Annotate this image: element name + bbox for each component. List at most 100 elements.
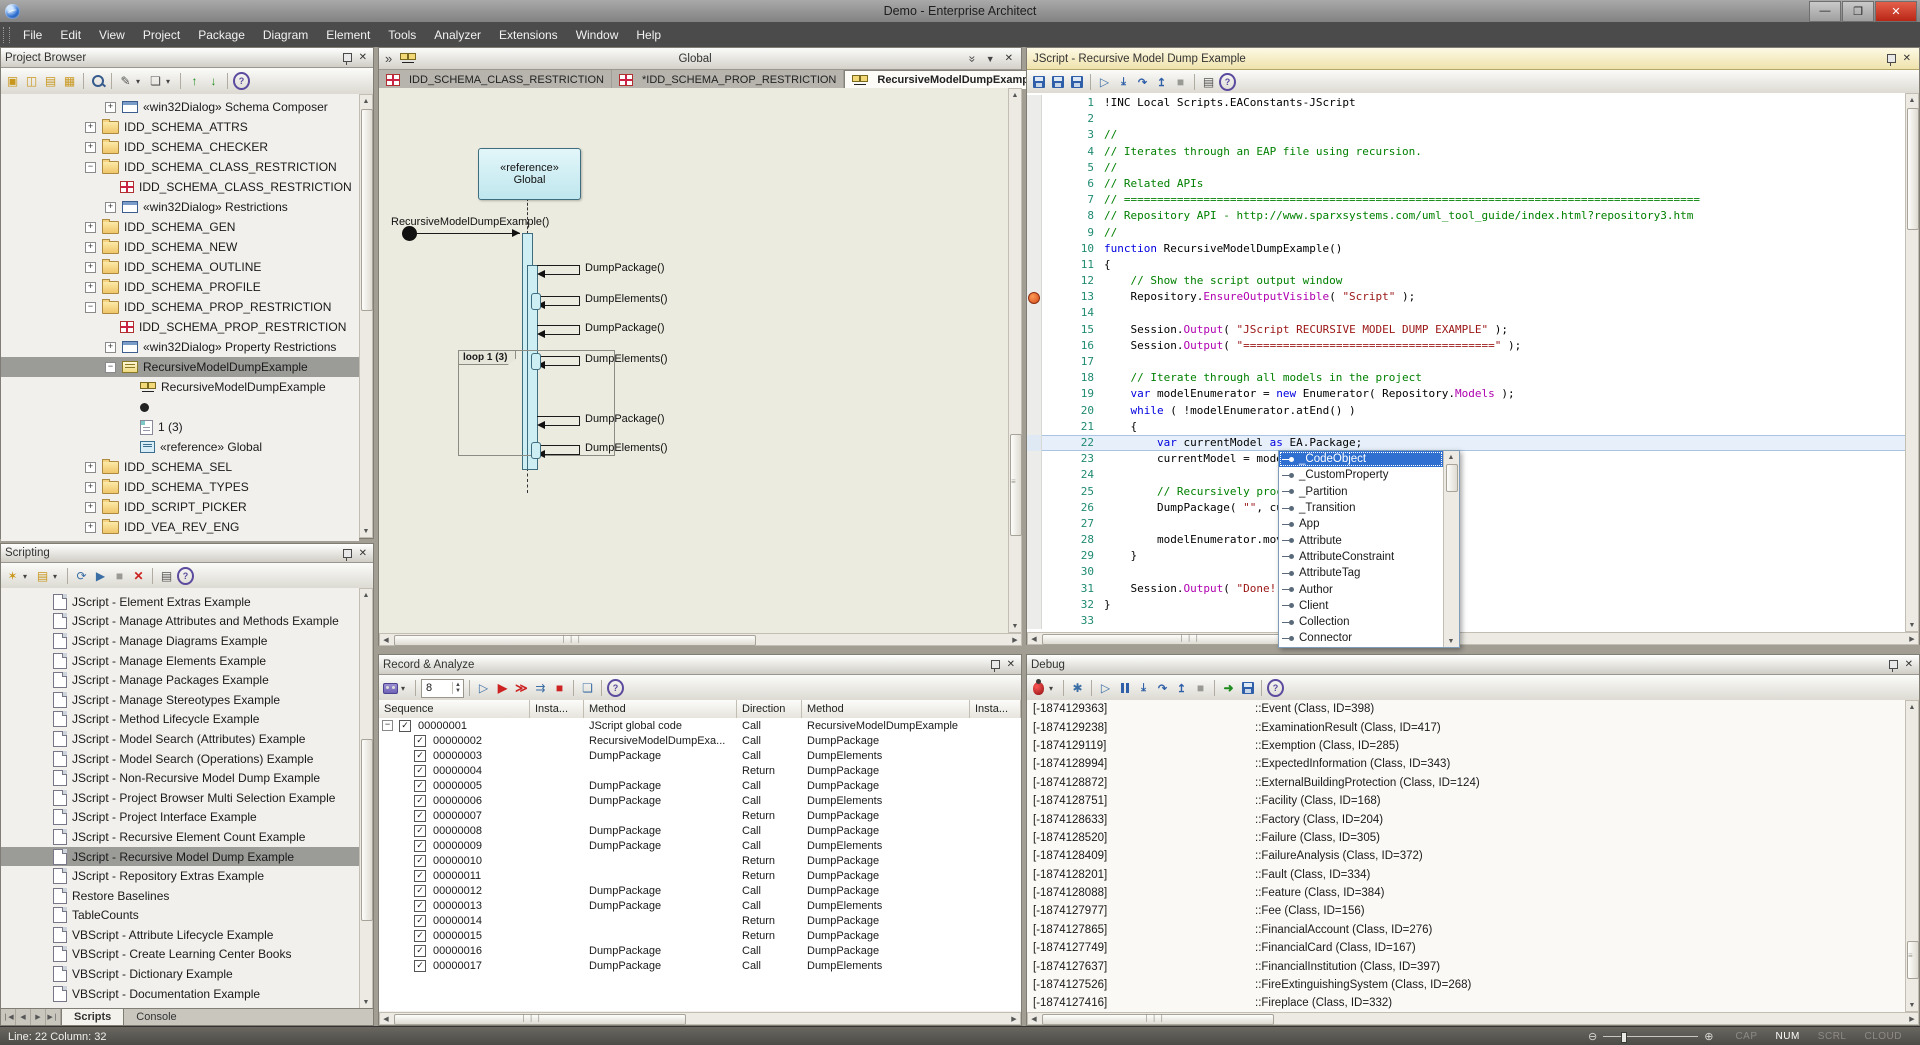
script-item[interactable]: JScript - Manage Attributes and Methods … bbox=[1, 612, 359, 632]
table-row[interactable]: ✓00000008DumpPackageCallDumpPackage bbox=[379, 823, 1021, 838]
breakpoint-margin[interactable] bbox=[1027, 111, 1042, 127]
autocomplete-item[interactable]: _CustomProperty bbox=[1279, 467, 1443, 483]
breakpoint-margin[interactable] bbox=[1027, 484, 1042, 500]
menu-window[interactable]: Window bbox=[567, 24, 628, 46]
breakpoint-margin[interactable] bbox=[1027, 127, 1042, 143]
column-header[interactable]: Insta... bbox=[530, 700, 584, 718]
debugger-button[interactable] bbox=[1030, 680, 1047, 697]
autocomplete-scrollbar[interactable]: ▲ ▼ bbox=[1443, 451, 1459, 647]
row-checkbox[interactable]: ✓ bbox=[414, 840, 426, 852]
breakpoint-margin[interactable] bbox=[1027, 386, 1042, 402]
script-list-scrollbar[interactable]: ▲ ▼ bbox=[359, 588, 373, 1009]
debug-row[interactable]: [-1874127637]::FinancialInstitution (Cla… bbox=[1027, 957, 1905, 975]
dropdown-arrow-icon[interactable]: ▾ bbox=[401, 684, 410, 693]
find-in-browser-button[interactable] bbox=[89, 73, 106, 90]
zoom-out-icon[interactable]: ⊖ bbox=[1588, 1030, 1597, 1043]
code-line[interactable]: 16 Session.Output( "====================… bbox=[1027, 338, 1905, 354]
breakpoint-margin[interactable] bbox=[1027, 516, 1042, 532]
debug-row[interactable]: [-1874128409]::FailureAnalysis (Class, I… bbox=[1027, 847, 1905, 865]
column-header[interactable]: Direction bbox=[737, 700, 802, 718]
code-line[interactable]: 9// bbox=[1027, 225, 1905, 241]
restore-button[interactable]: ❐ bbox=[1842, 1, 1874, 22]
row-checkbox[interactable]: ✓ bbox=[414, 825, 426, 837]
code-line[interactable]: 12 // Show the script output window bbox=[1027, 273, 1905, 289]
step-filter-button[interactable]: ⇉ bbox=[532, 680, 549, 697]
breakpoint-margin[interactable] bbox=[1027, 257, 1042, 273]
table-row[interactable]: ✓00000009DumpPackageCallDumpElements bbox=[379, 838, 1021, 853]
row-checkbox[interactable]: ✓ bbox=[414, 885, 426, 897]
table-row[interactable]: ✓00000012DumpPackageCallDumpPackage bbox=[379, 883, 1021, 898]
script-item[interactable]: JScript - Model Search (Operations) Exam… bbox=[1, 749, 359, 769]
close-icon[interactable]: ✕ bbox=[1005, 53, 1013, 64]
record-frame-count-stepper[interactable]: 8▲▼ bbox=[421, 679, 464, 698]
step-into2-button[interactable]: ⤓ bbox=[1115, 74, 1132, 91]
tree-item[interactable]: +IDD_SCHEMA_OUTLINE bbox=[1, 257, 359, 277]
row-checkbox[interactable]: ✓ bbox=[414, 795, 426, 807]
pin-icon[interactable] bbox=[1887, 54, 1896, 63]
diagram-vscrollbar[interactable]: ▲ ≡ ▼ bbox=[1008, 88, 1022, 633]
table-row[interactable]: ✓00000004ReturnDumpPackage bbox=[379, 763, 1021, 778]
dropdown-arrow-icon[interactable]: ▾ bbox=[166, 77, 175, 86]
code-line[interactable]: 2 bbox=[1027, 111, 1905, 127]
debug-row[interactable]: [-1874128633]::Factory (Class, ID=204) bbox=[1027, 810, 1905, 828]
table-row[interactable]: ✓00000005DumpPackageCallDumpPackage bbox=[379, 778, 1021, 793]
code-line[interactable]: 13 Repository.EnsureOutputVisible( "Scri… bbox=[1027, 289, 1905, 305]
row-expander-icon[interactable]: − bbox=[382, 720, 393, 731]
menu-tools[interactable]: Tools bbox=[379, 24, 425, 46]
table-row[interactable]: ✓00000017DumpPackageCallDumpElements bbox=[379, 958, 1021, 973]
debug-row[interactable]: [-1874127865]::FinancialAccount (Class, … bbox=[1027, 921, 1905, 939]
zoom-in-icon[interactable]: ⊕ bbox=[1704, 1030, 1713, 1043]
script-item[interactable]: JScript - Manage Elements Example bbox=[1, 651, 359, 671]
table-row[interactable]: ✓00000011ReturnDumpPackage bbox=[379, 868, 1021, 883]
dropdown-menu-icon[interactable]: ▼ bbox=[986, 54, 995, 64]
debug-row[interactable]: [-1874127526]::FireExtinguishingSystem (… bbox=[1027, 976, 1905, 994]
autocomplete-item[interactable]: Client bbox=[1279, 598, 1443, 614]
table-row[interactable]: ✓00000002RecursiveModelDumpExa...CallDum… bbox=[379, 733, 1021, 748]
breakpoint-margin[interactable] bbox=[1027, 241, 1042, 257]
debug-row[interactable]: [-1874128751]::Facility (Class, ID=168) bbox=[1027, 792, 1905, 810]
row-checkbox[interactable]: ✓ bbox=[414, 735, 426, 747]
breakpoint-margin[interactable] bbox=[1027, 144, 1042, 160]
tree-expander-icon[interactable]: + bbox=[105, 342, 116, 353]
code-line[interactable]: 32} bbox=[1027, 597, 1905, 613]
debug-row[interactable]: [-1874127416]::Fireplace (Class, ID=332) bbox=[1027, 994, 1905, 1012]
tree-expander-icon[interactable]: + bbox=[85, 522, 96, 533]
collapse-left-icon[interactable]: » bbox=[385, 51, 392, 66]
breakpoint-icon[interactable] bbox=[1028, 292, 1040, 304]
debug-hscrollbar[interactable]: ◀ ❘❘❘ ▶ bbox=[1027, 1012, 1919, 1025]
row-checkbox[interactable]: ✓ bbox=[414, 765, 426, 777]
tree-item[interactable]: 1 (3) bbox=[1, 417, 359, 437]
move-up-button[interactable]: ↑ bbox=[186, 73, 203, 90]
pin-icon[interactable] bbox=[991, 660, 1000, 669]
breakpoint-margin[interactable] bbox=[1027, 451, 1042, 467]
edit-button[interactable]: ✎ bbox=[117, 73, 134, 90]
breakpoint-margin[interactable] bbox=[1027, 564, 1042, 580]
tree-expander-icon[interactable]: + bbox=[85, 122, 96, 133]
autocomplete-item[interactable]: App bbox=[1279, 516, 1443, 532]
help-button[interactable]: ? bbox=[1219, 74, 1236, 91]
pin-icon[interactable] bbox=[1889, 660, 1898, 669]
tree-item[interactable]: −IDD_SCHEMA_CLASS_RESTRICTION bbox=[1, 157, 359, 177]
menu-help[interactable]: Help bbox=[627, 24, 670, 46]
autocomplete-item[interactable]: _Transition bbox=[1279, 500, 1443, 516]
debug-row[interactable]: [-1874128201]::Fault (Class, ID=334) bbox=[1027, 866, 1905, 884]
code-line[interactable]: 30 bbox=[1027, 564, 1905, 580]
tree-expander-icon[interactable]: − bbox=[105, 362, 116, 373]
tree-item[interactable]: IDD_SCHEMA_PROP_RESTRICTION bbox=[1, 317, 359, 337]
code-line[interactable]: 14 bbox=[1027, 305, 1905, 321]
column-header[interactable]: Method bbox=[584, 700, 737, 718]
table-row[interactable]: ✓00000014ReturnDumpPackage bbox=[379, 913, 1021, 928]
start-node[interactable] bbox=[402, 226, 417, 241]
recorder-button[interactable] bbox=[382, 680, 399, 697]
menu-diagram[interactable]: Diagram bbox=[254, 24, 317, 46]
script-item[interactable]: Restore Baselines bbox=[1, 886, 359, 906]
tree-item[interactable]: IDD_SCHEMA_CLASS_RESTRICTION bbox=[1, 177, 359, 197]
tree-item[interactable]: +IDD_SCHEMA_GEN bbox=[1, 217, 359, 237]
breakpoint-margin[interactable] bbox=[1027, 548, 1042, 564]
stop-red-button[interactable]: ■ bbox=[551, 680, 568, 697]
breakpoint-margin[interactable] bbox=[1027, 597, 1042, 613]
tree-item[interactable]: +«win32Dialog» Restrictions bbox=[1, 197, 359, 217]
help-button[interactable]: ? bbox=[233, 73, 250, 90]
row-checkbox[interactable]: ✓ bbox=[414, 780, 426, 792]
breakpoint-margin[interactable] bbox=[1027, 160, 1042, 176]
